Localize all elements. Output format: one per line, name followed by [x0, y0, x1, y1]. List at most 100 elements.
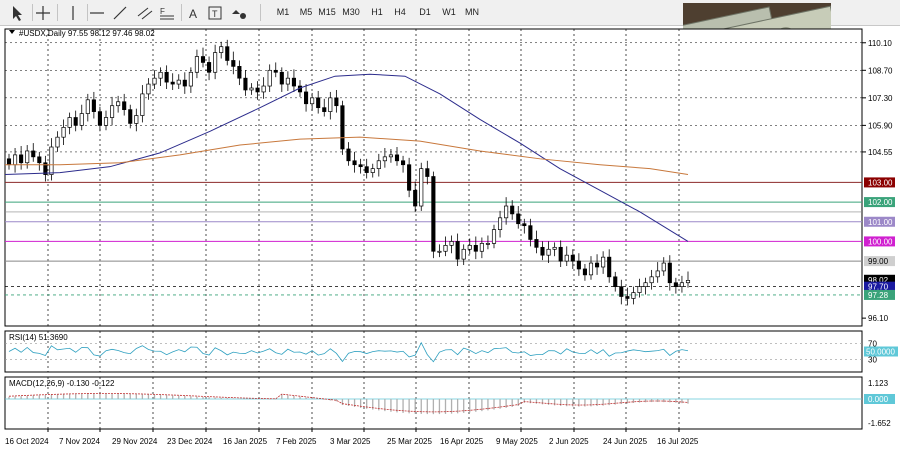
timeframe-d1-button[interactable]: D1: [414, 3, 436, 22]
candle-body: [431, 176, 436, 252]
candle-body: [279, 71, 284, 85]
trendline-tool-button[interactable]: [110, 3, 130, 22]
candle-body: [655, 270, 660, 278]
chart-header: #USDX,Daily 97.55 98.12 97.46 98.02: [19, 29, 155, 38]
timeframe-w1-button[interactable]: W1: [438, 3, 460, 22]
candle-body: [61, 126, 66, 138]
candle-body: [376, 160, 381, 169]
rsi-axis-label: 30: [868, 356, 877, 365]
cursor-tool-button[interactable]: [8, 3, 28, 22]
candle-body: [473, 245, 478, 252]
candle-body: [540, 246, 545, 256]
toolbar-separator: [57, 4, 58, 21]
date-axis-label: 16 Oct 2024: [5, 437, 49, 446]
candle-body: [116, 101, 121, 107]
macd-value-label: 0.000: [868, 395, 889, 404]
timeframe-m15-button[interactable]: M15: [316, 3, 338, 22]
candle-body: [182, 79, 187, 87]
channel-tool-button[interactable]: [135, 3, 155, 22]
price-tag-label: 103.00: [868, 178, 893, 187]
timeframe-h1-button[interactable]: H1: [366, 3, 388, 22]
trendline-icon: [113, 6, 127, 20]
candle-body: [140, 93, 145, 116]
chart-area[interactable]: 110.10 108.70 107.30 105.90 104.55 96.10 103.0…: [0, 26, 900, 452]
horizontal-line-tool-button[interactable]: [87, 3, 107, 22]
candle-body: [304, 91, 309, 105]
price-tag-label: 97.28: [868, 291, 889, 300]
timeframe-m30-button[interactable]: M30: [340, 3, 362, 22]
candle-body: [485, 243, 490, 245]
candle-body: [231, 60, 236, 67]
candle-body: [13, 154, 18, 166]
crosshair-icon: [36, 6, 50, 20]
svg-text:F: F: [160, 7, 165, 16]
candle-body: [91, 99, 96, 112]
candle-body: [243, 77, 248, 91]
label-icon: T: [208, 6, 222, 20]
candle-body: [528, 225, 533, 240]
svg-text:T: T: [212, 9, 218, 19]
candle-body: [595, 262, 600, 268]
candle-body: [346, 148, 351, 162]
date-axis-label: 3 Mar 2025: [330, 437, 371, 446]
channel-icon: [137, 7, 153, 20]
candle-body: [401, 160, 406, 166]
candle-body: [285, 77, 290, 85]
candle-body: [564, 254, 569, 262]
candle-body: [425, 168, 430, 177]
candle-body: [97, 111, 102, 126]
candle-body: [491, 229, 497, 244]
candle-body: [522, 223, 527, 227]
vertical-line-icon: [72, 6, 74, 20]
candle-body: [103, 117, 109, 126]
candle-body: [267, 69, 272, 87]
candle-body: [25, 150, 30, 164]
candle-body: [110, 105, 115, 118]
candle-body: [504, 205, 509, 219]
candle-body: [37, 156, 42, 164]
candle-body: [613, 276, 618, 288]
fibonacci-tool-button[interactable]: F: [157, 3, 177, 22]
price-tag-label: 99.00: [868, 257, 889, 266]
candle-body: [146, 83, 151, 95]
label-tool-button[interactable]: T: [205, 3, 225, 22]
candle-body: [225, 46, 230, 61]
candle-body: [558, 246, 563, 262]
crosshair-tool-button[interactable]: [33, 3, 53, 22]
svg-text:A: A: [189, 7, 197, 21]
candle-body: [122, 101, 127, 110]
timeframe-m1-button[interactable]: M1: [272, 3, 294, 22]
candle-body: [170, 81, 175, 85]
candle-body: [625, 296, 630, 299]
candle-body: [322, 107, 327, 112]
candle-body: [461, 248, 466, 260]
fibonacci-icon: F: [160, 7, 174, 20]
timeframe-h4-button[interactable]: H4: [389, 3, 411, 22]
candle-body: [334, 97, 339, 107]
candle-body: [637, 286, 642, 293]
candle-body: [388, 154, 393, 158]
date-axis-label: 16 Apr 2025: [440, 437, 484, 446]
candle-body: [85, 99, 90, 114]
rsi-header: RSI(14) 51.3690: [9, 333, 68, 342]
macd-axis-label: 1.123: [868, 379, 889, 388]
text-tool-button[interactable]: A: [183, 3, 203, 22]
shapes-tool-button[interactable]: [229, 3, 249, 22]
candle-body: [661, 262, 666, 272]
vertical-line-tool-button[interactable]: [63, 3, 83, 22]
candle-body: [364, 166, 369, 173]
shapes-icon: [232, 10, 246, 19]
candle-body: [437, 250, 442, 253]
candle-body: [407, 164, 412, 191]
text-icon: A: [189, 7, 197, 21]
candle-body: [601, 256, 606, 268]
timeframe-m5-button[interactable]: M5: [295, 3, 317, 22]
candle-body: [419, 168, 424, 207]
timeframe-mn-button[interactable]: MN: [461, 3, 483, 22]
candle-body: [200, 56, 206, 63]
candle-body: [510, 205, 515, 215]
candle-body: [467, 245, 472, 250]
candle-body: [128, 109, 133, 124]
candle-body: [619, 286, 624, 297]
candle-body: [207, 62, 212, 73]
